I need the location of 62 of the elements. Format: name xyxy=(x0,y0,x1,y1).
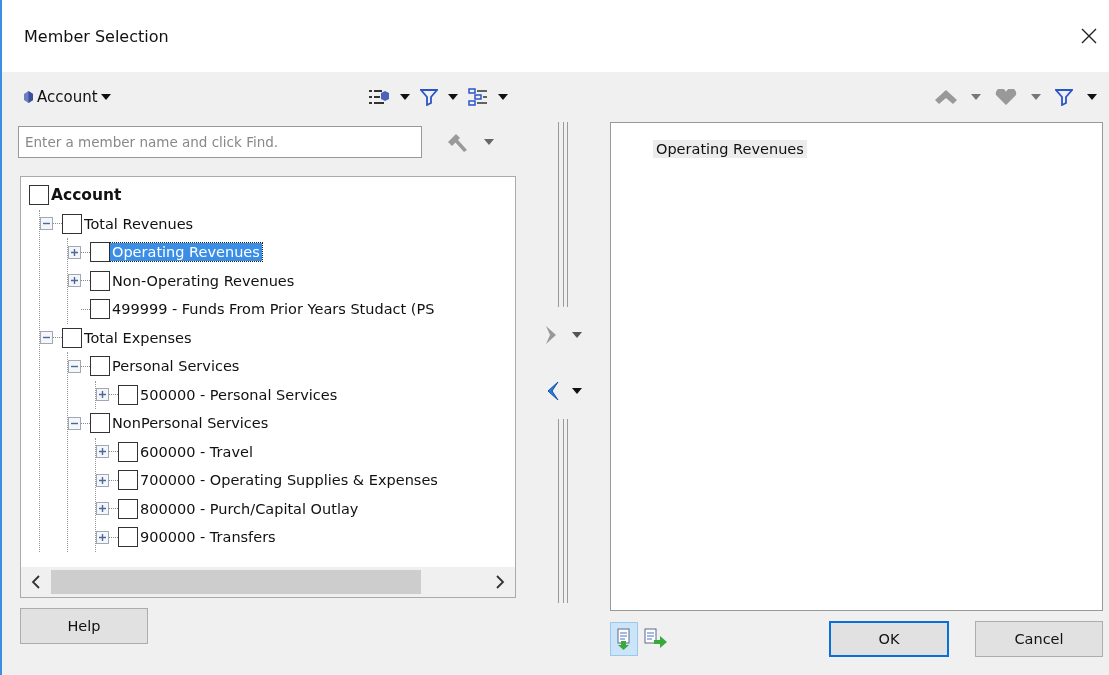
collapse-icon[interactable] xyxy=(68,359,81,373)
list-icon[interactable] xyxy=(368,88,390,106)
expand-icon[interactable] xyxy=(96,445,109,459)
tree-item[interactable]: 499999 - Funds From Prior Years Studact (PS xyxy=(110,300,437,319)
caret-icon[interactable] xyxy=(1087,94,1097,100)
tree-item[interactable]: NonPersonal Services xyxy=(110,414,271,433)
checkbox[interactable] xyxy=(62,327,82,348)
checkbox[interactable] xyxy=(118,384,138,405)
selected-member[interactable]: Operating Revenues xyxy=(653,140,807,158)
checkbox[interactable] xyxy=(118,498,138,519)
tree-item[interactable]: 600000 - Travel xyxy=(138,442,255,461)
ok-button[interactable]: OK xyxy=(829,621,949,657)
document-down-button[interactable] xyxy=(610,622,638,656)
checkbox[interactable] xyxy=(90,299,110,320)
tree-item[interactable]: Total Expenses xyxy=(82,328,194,347)
checkbox[interactable] xyxy=(118,441,138,462)
window-title: Member Selection xyxy=(24,26,169,46)
caret-icon xyxy=(100,94,111,100)
caret-icon[interactable] xyxy=(572,387,582,394)
caret-icon[interactable] xyxy=(400,94,410,100)
help-button[interactable]: Help xyxy=(20,608,148,644)
caret-icon[interactable] xyxy=(448,94,458,100)
cube-icon xyxy=(24,91,33,103)
caret-icon[interactable] xyxy=(498,94,508,100)
collapse-icon[interactable] xyxy=(68,416,81,430)
expand-icon[interactable] xyxy=(96,388,109,402)
scroll-left-icon[interactable] xyxy=(31,575,41,589)
search-field[interactable]: Enter a member name and click Find. xyxy=(18,126,422,158)
expand-icon[interactable] xyxy=(96,530,109,544)
dimension-dropdown[interactable]: Account xyxy=(37,88,111,106)
tree-item[interactable]: Total Revenues xyxy=(82,214,196,233)
tree-item[interactable]: Account xyxy=(49,185,124,206)
caret-icon[interactable] xyxy=(572,331,582,338)
tree-item[interactable]: Non-Operating Revenues xyxy=(110,271,297,290)
document-down-icon xyxy=(616,628,632,650)
tree-item[interactable]: 700000 - Operating Supplies & Expenses xyxy=(138,471,440,490)
checkbox[interactable] xyxy=(29,185,49,206)
tree-item[interactable]: 900000 - Transfers xyxy=(138,528,278,547)
expand-icon[interactable] xyxy=(68,245,81,259)
close-icon[interactable] xyxy=(1081,28,1097,44)
expand-icon[interactable] xyxy=(96,473,109,487)
scroll-right-icon[interactable] xyxy=(495,575,505,589)
checkbox[interactable] xyxy=(90,242,110,263)
checkbox[interactable] xyxy=(90,413,110,434)
tree-item[interactable]: Personal Services xyxy=(110,357,242,376)
tree-item[interactable]: 500000 - Personal Services xyxy=(138,385,340,404)
filter-icon[interactable] xyxy=(1055,88,1073,106)
cancel-button[interactable]: Cancel xyxy=(975,621,1103,657)
checkbox[interactable] xyxy=(90,356,110,377)
collapse-icon[interactable] xyxy=(40,331,53,345)
tree-item[interactable]: 800000 - Purch/Capital Outlay xyxy=(138,499,361,518)
document-right-icon xyxy=(644,628,668,650)
checkbox[interactable] xyxy=(118,527,138,548)
expand-icon[interactable] xyxy=(96,502,109,516)
horizontal-scrollbar[interactable] xyxy=(21,567,515,597)
hierarchy-icon[interactable] xyxy=(468,88,488,106)
filter-icon[interactable] xyxy=(420,88,438,106)
collapse-icon[interactable] xyxy=(40,217,53,231)
checkbox[interactable] xyxy=(118,470,138,491)
checkbox[interactable] xyxy=(62,213,82,234)
expand-icon[interactable] xyxy=(68,274,81,288)
checkbox[interactable] xyxy=(90,270,110,291)
